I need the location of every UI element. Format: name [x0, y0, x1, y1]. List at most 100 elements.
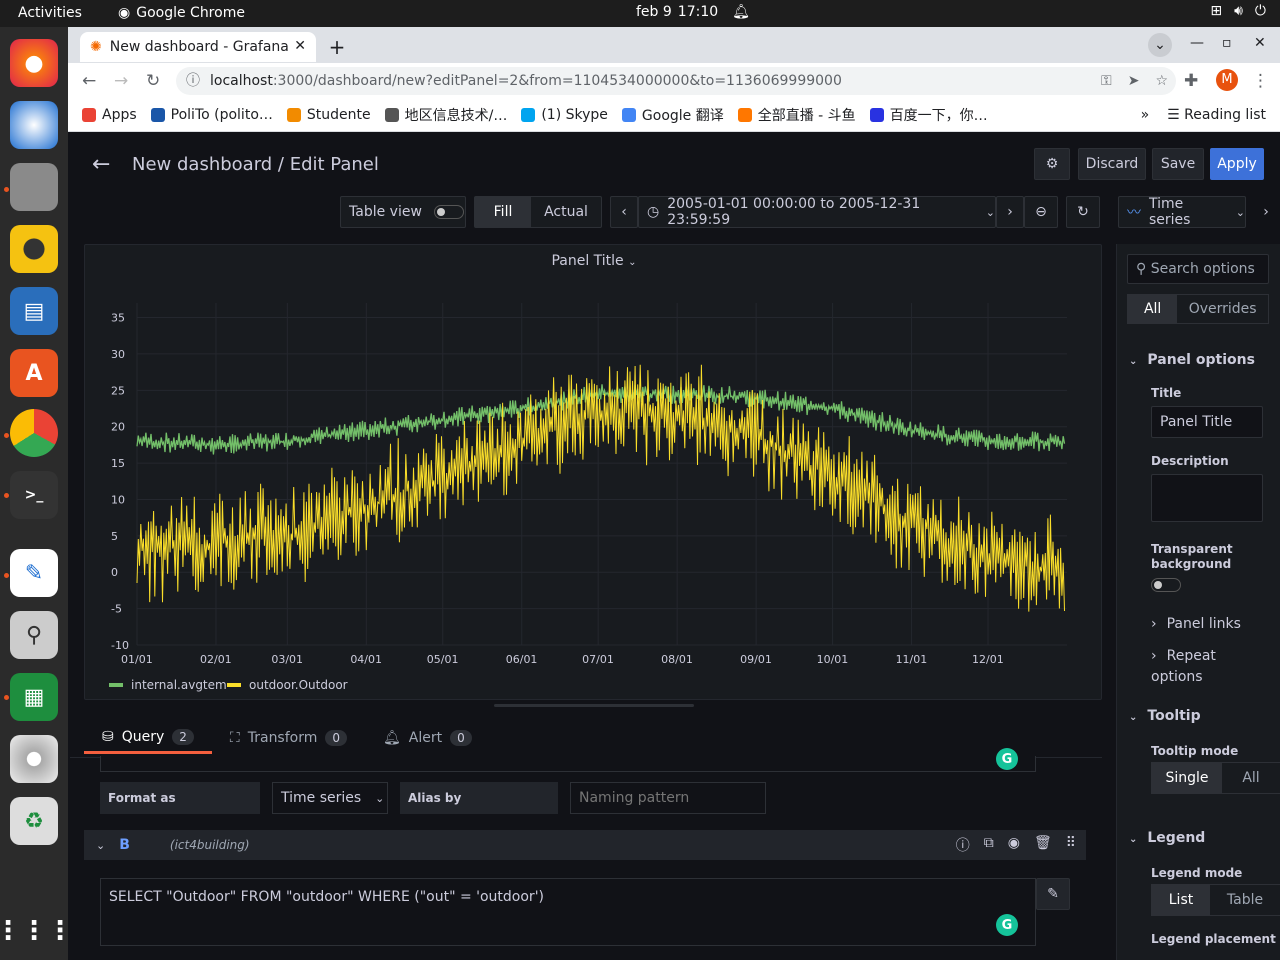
terminal-icon[interactable]: >_ — [10, 471, 58, 519]
grammarly-icon[interactable]: G — [996, 914, 1018, 936]
collapse-icon[interactable]: ⌄ — [96, 839, 105, 852]
zoom-out-icon[interactable]: ⊖ — [1024, 196, 1058, 228]
reading-list-button[interactable]: ☰ Reading list — [1167, 107, 1266, 123]
active-app-menu[interactable]: ◉ Google Chrome — [118, 5, 245, 21]
discard-button[interactable]: Discard — [1078, 148, 1146, 180]
menu-icon[interactable]: ⋮ — [1252, 71, 1269, 91]
bookmark-item[interactable]: PoliTo (polito… — [150, 105, 273, 125]
tab-query[interactable]: ⛁ Query 2 — [84, 722, 212, 754]
settings-gear-icon[interactable]: ⚙ — [1034, 148, 1070, 180]
time-back-icon[interactable]: ‹ — [610, 196, 638, 228]
legend-section[interactable]: ⌄ Legend — [1129, 830, 1205, 846]
all-option[interactable]: All — [1128, 295, 1178, 323]
refresh-icon[interactable]: ↻ — [1066, 196, 1100, 228]
profile-avatar[interactable]: M — [1216, 69, 1238, 91]
thunderbird-icon[interactable] — [10, 101, 58, 149]
x-tick-label: 09/01 — [740, 653, 772, 666]
bookmark-item[interactable]: Apps — [82, 105, 137, 125]
tooltip-section[interactable]: ⌄ Tooltip — [1129, 708, 1201, 724]
panel-links-section[interactable]: › Panel links — [1151, 616, 1241, 632]
bookmark-item[interactable]: (1) Skype — [521, 105, 608, 125]
bookmark-item[interactable]: 百度一下，你… — [869, 105, 988, 125]
star-icon[interactable]: ☆ — [1155, 67, 1168, 95]
x-tick-label: 03/01 — [271, 653, 303, 666]
query-a-textarea[interactable] — [100, 756, 1036, 772]
time-forward-icon[interactable]: › — [996, 196, 1024, 228]
back-arrow-icon[interactable]: ← — [92, 152, 110, 177]
close-tab-icon[interactable]: ✕ — [294, 38, 306, 54]
bookmark-item[interactable]: 地区信息技术/… — [384, 105, 507, 125]
minimize-icon[interactable]: — — [1190, 35, 1204, 51]
bookmark-item[interactable]: Google 翻译 — [621, 105, 724, 125]
disc-icon[interactable] — [10, 735, 58, 783]
actual-option[interactable]: Actual — [531, 204, 601, 220]
clock[interactable]: feb 9 17:10 🔔︎ — [636, 4, 750, 20]
save-button[interactable]: Save — [1152, 148, 1204, 180]
software-icon[interactable]: A — [10, 349, 58, 397]
collapse-options-icon[interactable]: › — [1252, 196, 1280, 228]
edit-pencil-icon[interactable]: ✎ — [1036, 878, 1070, 910]
back-icon[interactable]: ← — [82, 71, 96, 91]
panel-resize-handle[interactable] — [494, 704, 694, 707]
extensions-icon[interactable]: ✚ — [1184, 71, 1198, 91]
search-options-input[interactable]: ⚲ Search options — [1127, 254, 1269, 284]
key-icon[interactable]: ⚿ — [1101, 67, 1112, 95]
format-as-select[interactable]: Time series ⌄ — [272, 782, 388, 814]
tab-alert[interactable]: 🔔︎ Alert 0 — [365, 722, 490, 754]
overrides-option[interactable]: Overrides — [1177, 295, 1268, 323]
reading-list-label: Reading list — [1184, 107, 1266, 123]
description-textarea[interactable] — [1151, 474, 1263, 522]
visualization-picker[interactable]: 〰 Time series ⌄ — [1118, 196, 1246, 228]
tab-search-icon[interactable]: ⌄ — [1148, 33, 1172, 57]
query-b-textarea[interactable]: SELECT "Outdoor" FROM "outdoor" WHERE ("… — [100, 878, 1036, 946]
panel-options-section[interactable]: ⌄ Panel options — [1129, 352, 1255, 368]
calc-icon[interactable]: ▦ — [10, 673, 58, 721]
table-view-switch[interactable] — [433, 205, 464, 219]
drag-handle-icon[interactable]: ⠿ — [1066, 835, 1076, 855]
transparent-switch[interactable] — [1151, 578, 1181, 592]
rhythmbox-icon[interactable] — [10, 225, 58, 273]
repeat-options-section[interactable]: › Repeat options — [1151, 646, 1251, 688]
apply-button[interactable]: Apply — [1210, 148, 1264, 180]
list-option[interactable]: List — [1152, 885, 1210, 915]
system-tray[interactable]: ⊞ 🔊︎ ⏻ — [1210, 3, 1266, 19]
grammarly-icon[interactable]: G — [996, 748, 1018, 770]
duplicate-icon[interactable]: ⧉ — [984, 835, 994, 855]
firefox-icon[interactable]: ● — [10, 39, 58, 87]
time-range-picker[interactable]: ◷ 2005-01-01 00:00:00 to 2005-12-31 23:59… — [638, 196, 996, 228]
reload-icon[interactable]: ↻ — [146, 71, 160, 91]
trash-icon[interactable]: 🗑︎ — [1034, 835, 1052, 855]
show-apps-icon[interactable]: ⋮⋮⋮ — [0, 907, 73, 955]
query-b-header[interactable]: ⌄ B (ict4building) ⓘ ⧉ ◉ 🗑︎ ⠿ — [84, 830, 1086, 860]
all-mode-option[interactable]: All — [1222, 763, 1280, 793]
single-option[interactable]: Single — [1152, 763, 1222, 793]
volume-icon: 🔊︎ — [1234, 3, 1243, 19]
search-tool-icon[interactable]: ⚲ — [10, 611, 58, 659]
maximize-icon[interactable]: ▫ — [1222, 35, 1232, 51]
activities-button[interactable]: Activities — [18, 5, 82, 21]
alias-input[interactable] — [570, 782, 766, 814]
title-input[interactable]: Panel Title — [1151, 406, 1263, 438]
forward-icon[interactable]: → — [114, 71, 128, 91]
address-bar[interactable]: ⓘ localhost:3000/dashboard/new?editPanel=… — [176, 67, 1176, 95]
table-view-toggle[interactable]: Table view — [340, 196, 466, 228]
fill-option[interactable]: Fill — [475, 197, 531, 227]
bookmark-item[interactable]: Studente — [286, 105, 371, 125]
chrome-dock-icon[interactable] — [10, 409, 58, 457]
trash-icon[interactable]: ♻ — [10, 797, 58, 845]
browser-tab[interactable]: ✺ New dashboard - Grafana ✕ — [80, 32, 316, 62]
eye-icon[interactable]: ◉ — [1008, 835, 1020, 855]
more-bookmarks-icon[interactable]: » — [1141, 107, 1150, 123]
close-window-icon[interactable]: ✕ — [1254, 35, 1266, 51]
writer-icon[interactable]: ▤ — [10, 287, 58, 335]
new-tab-button[interactable]: + — [324, 35, 350, 59]
bookmark-item[interactable]: 全部直播 - 斗鱼 — [737, 105, 856, 125]
text-editor-icon[interactable]: ✎ — [10, 549, 58, 597]
table-option[interactable]: Table — [1210, 885, 1280, 915]
send-icon[interactable]: ➤ — [1128, 67, 1140, 95]
help-icon[interactable]: ⓘ — [956, 835, 970, 855]
bookmark-label: Google 翻译 — [641, 108, 724, 124]
files-icon[interactable] — [10, 163, 58, 211]
tab-transform[interactable]: ⛶ Transform 0 — [212, 722, 365, 754]
timeseries-chart[interactable]: 35 30 25 20 15 10 5 0 -5 -1001/01 02/01 03/01 04/01 0… — [85, 245, 1103, 701]
